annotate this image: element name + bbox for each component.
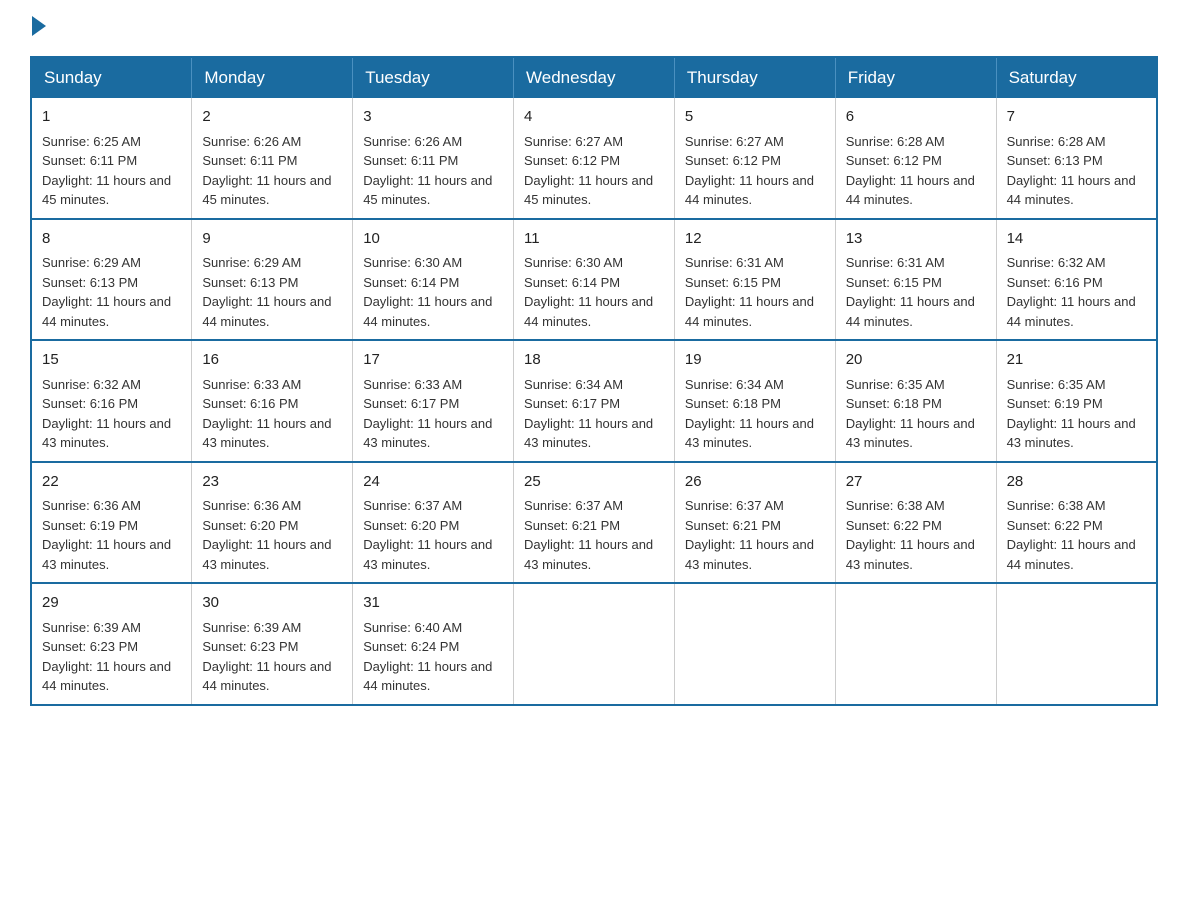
calendar-week-row: 8Sunrise: 6:29 AMSunset: 6:13 PMDaylight… [31, 219, 1157, 341]
day-number: 20 [846, 349, 986, 372]
calendar-cell: 12Sunrise: 6:31 AMSunset: 6:15 PMDayligh… [674, 219, 835, 341]
weekday-header-sunday: Sunday [31, 57, 192, 98]
day-number: 24 [363, 471, 503, 494]
calendar-cell: 4Sunrise: 6:27 AMSunset: 6:12 PMDaylight… [514, 98, 675, 219]
calendar-cell: 10Sunrise: 6:30 AMSunset: 6:14 PMDayligh… [353, 219, 514, 341]
calendar-cell [674, 583, 835, 705]
calendar-cell: 18Sunrise: 6:34 AMSunset: 6:17 PMDayligh… [514, 340, 675, 462]
calendar-cell: 24Sunrise: 6:37 AMSunset: 6:20 PMDayligh… [353, 462, 514, 584]
day-number: 22 [42, 471, 181, 494]
logo-arrow-icon [32, 16, 46, 36]
calendar-cell: 1Sunrise: 6:25 AMSunset: 6:11 PMDaylight… [31, 98, 192, 219]
page-header [30, 20, 1158, 36]
day-number: 23 [202, 471, 342, 494]
calendar-cell: 26Sunrise: 6:37 AMSunset: 6:21 PMDayligh… [674, 462, 835, 584]
day-number: 18 [524, 349, 664, 372]
calendar-cell: 14Sunrise: 6:32 AMSunset: 6:16 PMDayligh… [996, 219, 1157, 341]
day-number: 30 [202, 592, 342, 615]
weekday-header-tuesday: Tuesday [353, 57, 514, 98]
day-number: 5 [685, 106, 825, 129]
calendar-cell: 27Sunrise: 6:38 AMSunset: 6:22 PMDayligh… [835, 462, 996, 584]
calendar-cell: 13Sunrise: 6:31 AMSunset: 6:15 PMDayligh… [835, 219, 996, 341]
calendar-week-row: 15Sunrise: 6:32 AMSunset: 6:16 PMDayligh… [31, 340, 1157, 462]
day-number: 25 [524, 471, 664, 494]
day-number: 9 [202, 228, 342, 251]
day-number: 3 [363, 106, 503, 129]
calendar-cell: 6Sunrise: 6:28 AMSunset: 6:12 PMDaylight… [835, 98, 996, 219]
logo [30, 20, 46, 36]
day-number: 21 [1007, 349, 1146, 372]
calendar-cell: 8Sunrise: 6:29 AMSunset: 6:13 PMDaylight… [31, 219, 192, 341]
weekday-header-saturday: Saturday [996, 57, 1157, 98]
calendar-cell: 20Sunrise: 6:35 AMSunset: 6:18 PMDayligh… [835, 340, 996, 462]
weekday-header-wednesday: Wednesday [514, 57, 675, 98]
calendar-cell: 17Sunrise: 6:33 AMSunset: 6:17 PMDayligh… [353, 340, 514, 462]
calendar-week-row: 29Sunrise: 6:39 AMSunset: 6:23 PMDayligh… [31, 583, 1157, 705]
day-number: 1 [42, 106, 181, 129]
calendar-cell: 21Sunrise: 6:35 AMSunset: 6:19 PMDayligh… [996, 340, 1157, 462]
calendar-cell: 22Sunrise: 6:36 AMSunset: 6:19 PMDayligh… [31, 462, 192, 584]
day-number: 2 [202, 106, 342, 129]
calendar-cell: 11Sunrise: 6:30 AMSunset: 6:14 PMDayligh… [514, 219, 675, 341]
day-number: 4 [524, 106, 664, 129]
weekday-header-friday: Friday [835, 57, 996, 98]
day-number: 7 [1007, 106, 1146, 129]
calendar-cell: 30Sunrise: 6:39 AMSunset: 6:23 PMDayligh… [192, 583, 353, 705]
day-number: 8 [42, 228, 181, 251]
day-number: 15 [42, 349, 181, 372]
calendar-cell: 23Sunrise: 6:36 AMSunset: 6:20 PMDayligh… [192, 462, 353, 584]
calendar-cell [996, 583, 1157, 705]
calendar-cell [514, 583, 675, 705]
day-number: 14 [1007, 228, 1146, 251]
calendar-week-row: 22Sunrise: 6:36 AMSunset: 6:19 PMDayligh… [31, 462, 1157, 584]
day-number: 16 [202, 349, 342, 372]
calendar-cell: 28Sunrise: 6:38 AMSunset: 6:22 PMDayligh… [996, 462, 1157, 584]
day-number: 26 [685, 471, 825, 494]
calendar-cell: 7Sunrise: 6:28 AMSunset: 6:13 PMDaylight… [996, 98, 1157, 219]
calendar-cell: 9Sunrise: 6:29 AMSunset: 6:13 PMDaylight… [192, 219, 353, 341]
day-number: 12 [685, 228, 825, 251]
day-number: 13 [846, 228, 986, 251]
calendar-cell: 15Sunrise: 6:32 AMSunset: 6:16 PMDayligh… [31, 340, 192, 462]
calendar-cell: 16Sunrise: 6:33 AMSunset: 6:16 PMDayligh… [192, 340, 353, 462]
day-number: 29 [42, 592, 181, 615]
day-number: 27 [846, 471, 986, 494]
calendar-cell [835, 583, 996, 705]
day-number: 17 [363, 349, 503, 372]
day-number: 19 [685, 349, 825, 372]
calendar-cell: 3Sunrise: 6:26 AMSunset: 6:11 PMDaylight… [353, 98, 514, 219]
day-number: 11 [524, 228, 664, 251]
weekday-header-row: SundayMondayTuesdayWednesdayThursdayFrid… [31, 57, 1157, 98]
weekday-header-monday: Monday [192, 57, 353, 98]
day-number: 31 [363, 592, 503, 615]
calendar-cell: 5Sunrise: 6:27 AMSunset: 6:12 PMDaylight… [674, 98, 835, 219]
weekday-header-thursday: Thursday [674, 57, 835, 98]
calendar-cell: 25Sunrise: 6:37 AMSunset: 6:21 PMDayligh… [514, 462, 675, 584]
calendar-cell: 29Sunrise: 6:39 AMSunset: 6:23 PMDayligh… [31, 583, 192, 705]
calendar-week-row: 1Sunrise: 6:25 AMSunset: 6:11 PMDaylight… [31, 98, 1157, 219]
day-number: 10 [363, 228, 503, 251]
calendar-table: SundayMondayTuesdayWednesdayThursdayFrid… [30, 56, 1158, 706]
day-number: 28 [1007, 471, 1146, 494]
calendar-cell: 19Sunrise: 6:34 AMSunset: 6:18 PMDayligh… [674, 340, 835, 462]
day-number: 6 [846, 106, 986, 129]
calendar-cell: 2Sunrise: 6:26 AMSunset: 6:11 PMDaylight… [192, 98, 353, 219]
calendar-cell: 31Sunrise: 6:40 AMSunset: 6:24 PMDayligh… [353, 583, 514, 705]
